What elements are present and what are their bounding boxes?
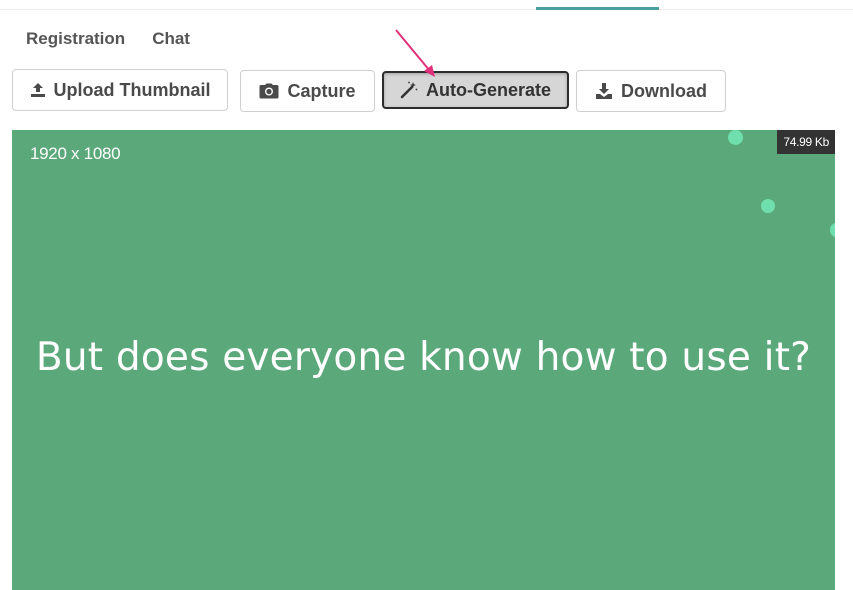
upload-icon [30,82,46,98]
decorative-dot [830,223,835,237]
file-size-badge: 74.99 Kb [777,130,835,154]
capture-button[interactable]: Capture [240,70,375,112]
upload-thumbnail-button[interactable]: Upload Thumbnail [12,69,228,111]
capture-label: Capture [287,80,356,101]
download-icon [595,83,613,99]
thumbnail-preview: 1920 x 1080 74.99 Kb But does everyone k… [12,130,835,590]
arrow-pointer-icon [388,24,448,89]
sub-navigation: Registration Chat [26,29,190,49]
upload-thumbnail-label: Upload Thumbnail [53,79,211,100]
subnav-chat[interactable]: Chat [152,29,190,49]
decorative-dot [761,199,775,213]
thumbnail-headline: But does everyone know how to use it? [35,335,812,380]
active-tab-indicator [536,7,659,10]
camera-icon [259,83,279,99]
subnav-registration[interactable]: Registration [26,29,125,49]
decorative-dot [728,130,743,145]
download-label: Download [621,80,707,101]
resolution-label: 1920 x 1080 [30,144,121,163]
top-divider [0,9,853,10]
download-button[interactable]: Download [576,70,726,112]
